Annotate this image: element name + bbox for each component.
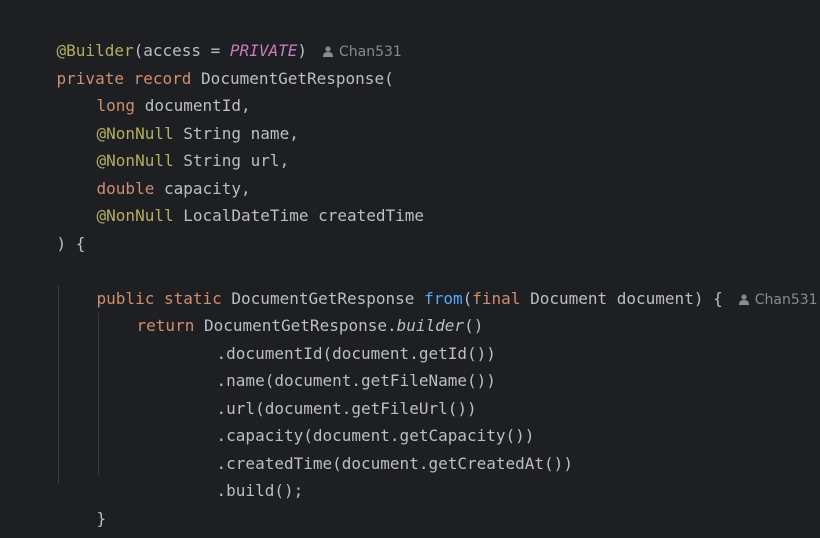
param-list[interactable]: Document document) { xyxy=(530,289,723,308)
code-line-15[interactable]: .capacity(document.getCapacity()) xyxy=(178,394,535,445)
code-line-10[interactable]: public static DocumentGetResponse from(f… xyxy=(58,257,818,308)
nonnull-annotation[interactable]: @NonNull xyxy=(97,206,174,225)
code-line-14[interactable]: .url(document.getFileUrl()) xyxy=(178,367,477,418)
code-editor[interactable]: @Builder(access = PRIVATE) Chan531 privat… xyxy=(0,0,820,538)
code-line-17[interactable]: .build(); xyxy=(178,449,304,500)
code-line-11[interactable]: return DocumentGetResponse.builder() xyxy=(98,284,484,335)
code-line-2[interactable]: private record DocumentGetResponse( xyxy=(18,37,394,88)
code-line-6[interactable]: double capacity, xyxy=(58,147,251,198)
author-name: Chan531 xyxy=(754,291,818,308)
code-line-12[interactable]: .documentId(document.getId()) xyxy=(178,312,496,363)
code-line-1[interactable]: @Builder(access = PRIVATE) Chan531 xyxy=(18,9,402,60)
person-icon xyxy=(738,293,749,305)
code-line-7[interactable]: @NonNull LocalDateTime createdTime xyxy=(58,174,425,225)
created-time-field[interactable]: LocalDateTime createdTime xyxy=(183,206,424,225)
method-close-brace: } xyxy=(96,508,107,528)
author-hint[interactable]: Chan531 xyxy=(738,291,818,308)
code-line-18[interactable]: } xyxy=(58,477,107,528)
chain-build[interactable]: .build(); xyxy=(217,481,304,500)
code-line-4[interactable]: @NonNull String name, xyxy=(58,92,299,143)
code-line-19[interactable]: } xyxy=(18,504,67,538)
record-body-open: ) { xyxy=(56,233,86,253)
code-line-5[interactable]: @NonNull String url, xyxy=(58,119,290,170)
code-line-13[interactable]: .name(document.getFileName()) xyxy=(178,339,496,390)
code-line-16[interactable]: .createdTime(document.getCreatedAt()) xyxy=(178,422,573,473)
code-line-8[interactable]: ) { xyxy=(18,202,86,253)
code-line-3[interactable]: long documentId, xyxy=(58,64,251,115)
